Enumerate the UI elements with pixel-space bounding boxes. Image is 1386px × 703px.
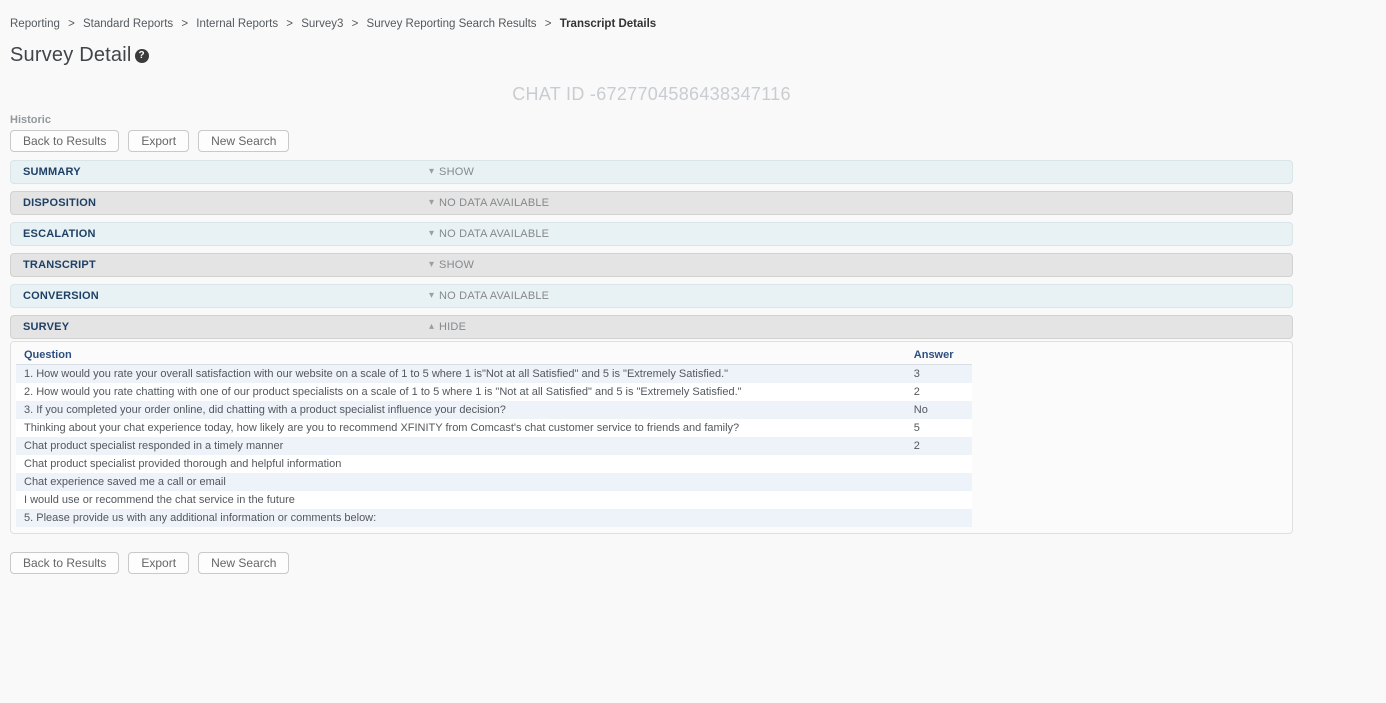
section-title: DISPOSITION (23, 197, 96, 209)
triangle-arrow-icon (429, 229, 434, 239)
survey-table: Question Answer 1. How would you rate yo… (16, 346, 972, 527)
breadcrumb-label[interactable]: Survey3 (301, 18, 343, 30)
answer-cell: No (906, 401, 972, 419)
table-row: 2. How would you rate chatting with one … (16, 383, 972, 401)
chat-id-heading: CHAT ID -6727704586438347116 (10, 84, 1293, 102)
breadcrumb-separator: > (545, 18, 552, 30)
breadcrumb-item[interactable]: Survey Reporting Search Results > (367, 18, 560, 30)
back-to-results-button[interactable]: Back to Results (10, 552, 119, 574)
table-row: Chat product specialist provided thoroug… (16, 455, 972, 473)
triangle-arrow-icon (429, 322, 434, 332)
section-state-label: SHOW (439, 259, 474, 271)
section-toggle[interactable]: SHOW (429, 161, 474, 183)
section-title: ESCALATION (23, 228, 96, 240)
breadcrumb-item[interactable]: Reporting > (10, 18, 83, 30)
section-toggle[interactable]: NO DATA AVAILABLE (429, 192, 549, 214)
question-cell: 1. How would you rate your overall satis… (16, 365, 906, 384)
back-to-results-button[interactable]: Back to Results (10, 130, 119, 152)
section-title: TRANSCRIPT (23, 259, 96, 271)
triangle-arrow-icon (429, 260, 434, 270)
question-cell: Thinking about your chat experience toda… (16, 419, 906, 437)
answer-cell: 5 (906, 419, 972, 437)
table-row: 3. If you completed your order online, d… (16, 401, 972, 419)
breadcrumb-item[interactable]: Transcript Details (560, 18, 667, 30)
new-search-button[interactable]: New Search (198, 130, 289, 152)
title-row: Survey Detail ? (10, 44, 1293, 66)
table-row: Thinking about your chat experience toda… (16, 419, 972, 437)
answer-cell: 2 (906, 437, 972, 455)
export-button[interactable]: Export (128, 130, 189, 152)
breadcrumb-label[interactable]: Transcript Details (560, 18, 657, 30)
question-cell: I would use or recommend the chat servic… (16, 491, 906, 509)
breadcrumb-label[interactable]: Survey Reporting Search Results (367, 18, 537, 30)
breadcrumb-item[interactable]: Standard Reports > (83, 18, 196, 30)
breadcrumb-item[interactable]: Survey3 > (301, 18, 366, 30)
section-title: CONVERSION (23, 290, 99, 302)
question-cell: Chat experience saved me a call or email (16, 473, 906, 491)
page-title: Survey Detail (10, 44, 132, 67)
table-row: 1. How would you rate your overall satis… (16, 365, 972, 384)
accordion-section-header[interactable]: TRANSCRIPT SHOW (10, 253, 1293, 277)
bottom-toolbar: Back to Results Export New Search (10, 552, 1293, 574)
question-column-header: Question (16, 346, 906, 365)
section-title: SURVEY (23, 321, 69, 333)
breadcrumb-separator: > (352, 18, 359, 30)
accordion-section-header[interactable]: CONVERSION NO DATA AVAILABLE (10, 284, 1293, 308)
answer-cell (906, 473, 972, 491)
table-row: 5. Please provide us with any additional… (16, 509, 972, 527)
table-header-row: Question Answer (16, 346, 972, 365)
answer-cell: 3 (906, 365, 972, 384)
section-toggle[interactable]: HIDE (429, 316, 466, 338)
question-cell: Chat product specialist provided thoroug… (16, 455, 906, 473)
section-state-label: SHOW (439, 166, 474, 178)
answer-cell: 2 (906, 383, 972, 401)
accordion-sections: SUMMARY SHOW DISPOSITION NO DATA AVAILAB… (10, 160, 1293, 339)
accordion-section-header[interactable]: ESCALATION NO DATA AVAILABLE (10, 222, 1293, 246)
section-toggle[interactable]: NO DATA AVAILABLE (429, 223, 549, 245)
export-button[interactable]: Export (128, 552, 189, 574)
breadcrumb-label[interactable]: Standard Reports (83, 18, 173, 30)
accordion-section-header[interactable]: SURVEY HIDE (10, 315, 1293, 339)
answer-cell (906, 509, 972, 527)
top-toolbar: Back to Results Export New Search (10, 130, 1293, 152)
section-state-label: NO DATA AVAILABLE (439, 290, 549, 302)
breadcrumb-item[interactable]: Internal Reports > (196, 18, 301, 30)
breadcrumb-label[interactable]: Reporting (10, 18, 60, 30)
triangle-arrow-icon (429, 198, 434, 208)
page-content: Reporting > Standard Reports > Internal … (0, 0, 1303, 574)
breadcrumb-separator: > (181, 18, 188, 30)
new-search-button[interactable]: New Search (198, 552, 289, 574)
breadcrumb-separator: > (286, 18, 293, 30)
question-cell: 3. If you completed your order online, d… (16, 401, 906, 419)
section-toggle[interactable]: NO DATA AVAILABLE (429, 285, 549, 307)
table-row: I would use or recommend the chat servic… (16, 491, 972, 509)
table-row: Chat experience saved me a call or email (16, 473, 972, 491)
table-row: Chat product specialist responded in a t… (16, 437, 972, 455)
section-toggle[interactable]: SHOW (429, 254, 474, 276)
question-cell: 5. Please provide us with any additional… (16, 509, 906, 527)
section-state-label: NO DATA AVAILABLE (439, 197, 549, 209)
answer-cell (906, 491, 972, 509)
section-state-label: NO DATA AVAILABLE (439, 228, 549, 240)
answer-cell (906, 455, 972, 473)
breadcrumb: Reporting > Standard Reports > Internal … (10, 18, 1293, 30)
help-icon[interactable]: ? (135, 49, 149, 63)
accordion-section-header[interactable]: DISPOSITION NO DATA AVAILABLE (10, 191, 1293, 215)
triangle-arrow-icon (429, 291, 434, 301)
accordion-section-header[interactable]: SUMMARY SHOW (10, 160, 1293, 184)
question-cell: 2. How would you rate chatting with one … (16, 383, 906, 401)
section-title: SUMMARY (23, 166, 81, 178)
question-cell: Chat product specialist responded in a t… (16, 437, 906, 455)
historic-label: Historic (10, 114, 1293, 126)
triangle-arrow-icon (429, 167, 434, 177)
survey-panel: Question Answer 1. How would you rate yo… (10, 341, 1293, 534)
breadcrumb-separator: > (68, 18, 75, 30)
answer-column-header: Answer (906, 346, 972, 365)
breadcrumb-label[interactable]: Internal Reports (196, 18, 278, 30)
section-state-label: HIDE (439, 321, 466, 333)
